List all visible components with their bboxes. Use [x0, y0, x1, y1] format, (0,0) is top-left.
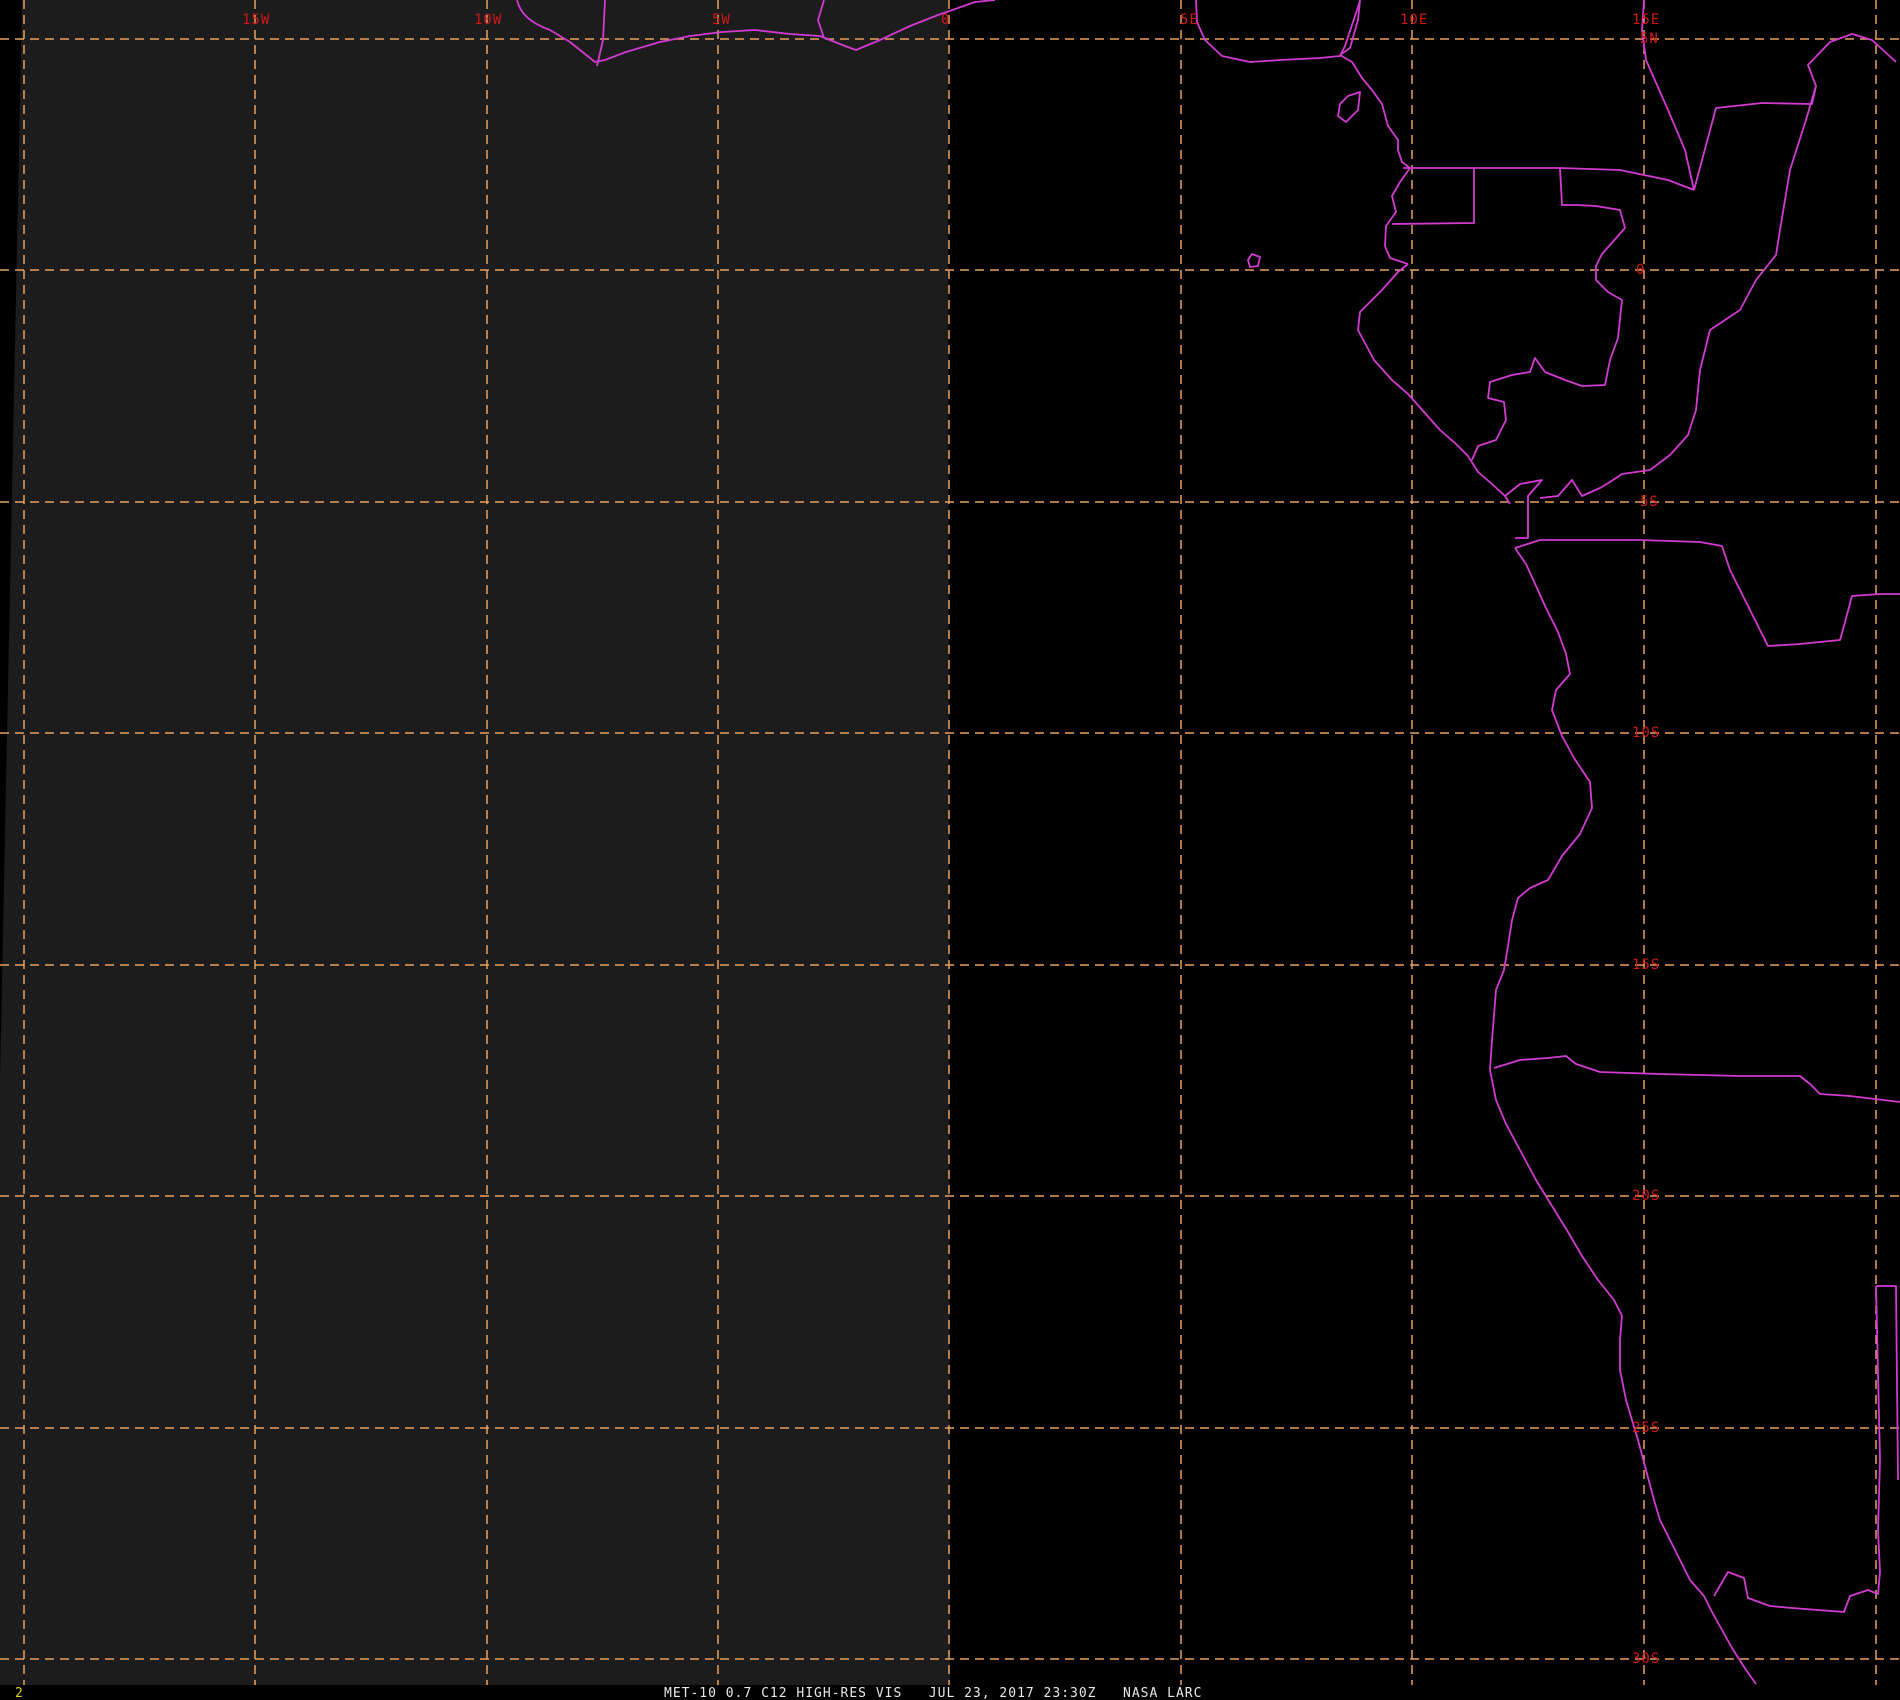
lon-label-15e: 15E [1632, 12, 1660, 28]
lat-label-30s: 30S [1632, 1651, 1660, 1667]
lon-label-0: 0 [941, 12, 950, 28]
lat-label-10s: 10S [1632, 725, 1660, 741]
no-data-region [0, 0, 950, 1685]
satellite-image-viewer: 15W 10W 5W 0 5E 10E 15E 5N 0 5S 10S 15S … [0, 0, 1900, 1700]
lon-label-5w: 5W [712, 12, 731, 28]
map-canvas: 15W 10W 5W 0 5E 10E 15E 5N 0 5S 10S 15S … [0, 0, 1900, 1700]
lat-label-25s: 25S [1632, 1420, 1660, 1436]
lon-label-5e: 5E [1180, 12, 1199, 28]
lon-label-10w: 10W [474, 12, 502, 28]
frame-number: 2 [15, 1686, 23, 1700]
lat-label-15s: 15S [1632, 957, 1660, 973]
lon-label-15w: 15W [242, 12, 270, 28]
lat-label-5s: 5S [1640, 494, 1659, 510]
lon-label-10e: 10E [1400, 12, 1428, 28]
image-caption: MET-10 0.7 C12 HIGH-RES VIS JUL 23, 2017… [664, 1686, 1202, 1700]
lat-label-5n: 5N [1640, 31, 1659, 47]
lat-label-20s: 20S [1632, 1188, 1660, 1204]
lat-label-0: 0 [1636, 262, 1645, 278]
